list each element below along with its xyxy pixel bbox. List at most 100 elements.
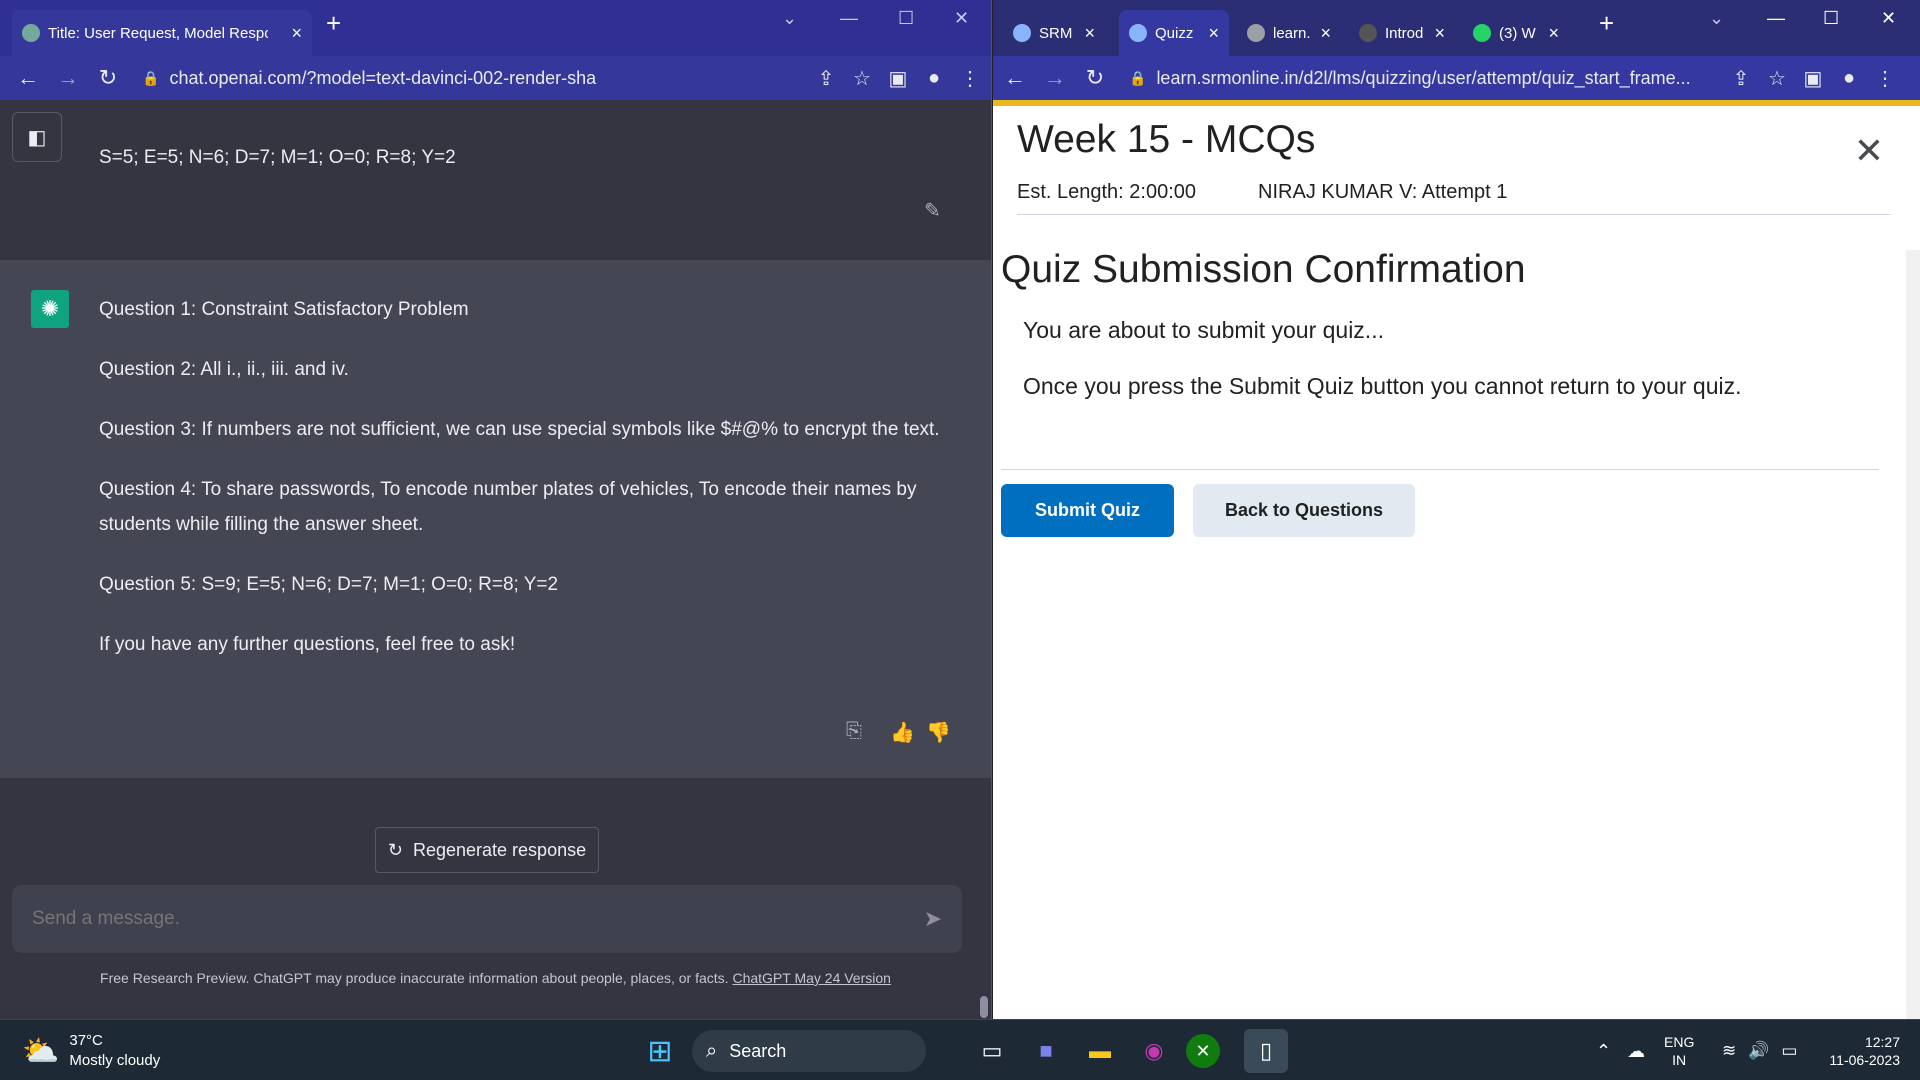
scrollbar[interactable]	[1906, 250, 1920, 1019]
clock[interactable]: 12:27 11-06-2023	[1810, 1028, 1900, 1074]
notepad-button[interactable]: ▯	[1244, 1028, 1288, 1074]
chatgpt-favicon-icon	[1359, 24, 1377, 42]
side-panel-icon[interactable]: ▣	[880, 66, 916, 91]
accent-bar	[993, 100, 1920, 106]
task-view-button[interactable]: ▭	[970, 1028, 1014, 1074]
bookmark-star-icon[interactable]: ☆	[844, 66, 880, 91]
close-tab-icon[interactable]: ×	[1208, 23, 1219, 44]
toolbar: ← → ↻ 🔒 chat.openai.com/?model=text-davi…	[0, 56, 991, 100]
share-icon[interactable]: ⇪	[1723, 66, 1759, 91]
close-tab-icon[interactable]: ×	[1548, 23, 1559, 44]
globe-icon	[1247, 24, 1265, 42]
message-box: ➤	[12, 885, 962, 953]
side-panel-icon[interactable]: ▣	[1795, 66, 1831, 91]
thumbs-down-icon[interactable]: 👎	[926, 720, 951, 745]
battery-icon: ▭	[1781, 1041, 1798, 1060]
cloud-icon: ⛅	[22, 1034, 60, 1068]
tab-strip: Title: User Request, Model Respo × + ⌄ —…	[0, 0, 991, 56]
menu-icon[interactable]: ⋮	[952, 66, 988, 91]
tab-chatgpt[interactable]: Title: User Request, Model Respo ×	[12, 10, 312, 56]
version-link[interactable]: ChatGPT May 24 Version	[732, 970, 890, 986]
xbox-button[interactable]: ✕	[1186, 1028, 1220, 1074]
teams-button[interactable]: ■	[1024, 1028, 1068, 1074]
thumbs-up-icon[interactable]: 👍	[890, 720, 915, 745]
system-tray: ⌃ ☁	[1596, 1028, 1645, 1074]
maximize-icon[interactable]: ☐	[1823, 8, 1839, 29]
message-input[interactable]	[32, 908, 924, 930]
tab-label: SRM	[1039, 24, 1073, 42]
close-tab-icon[interactable]: ×	[291, 23, 302, 44]
lang-primary: ENG	[1664, 1034, 1695, 1050]
answer-line: Question 2: All i., ii., iii. and iv.	[99, 359, 349, 380]
maximize-icon[interactable]: ☐	[898, 8, 914, 29]
quick-settings[interactable]: ≋ 🔊 ▭	[1722, 1028, 1797, 1074]
onedrive-icon[interactable]: ☁	[1627, 1041, 1645, 1062]
close-tab-icon[interactable]: ×	[1434, 23, 1445, 44]
address-bar[interactable]: 🔒 learn.srmonline.in/d2l/lms/quizzing/us…	[1115, 60, 1723, 96]
task-view-icon: ▭	[981, 1038, 1003, 1063]
tab-label: Introd	[1385, 24, 1424, 42]
forward-icon[interactable]: →	[48, 65, 88, 91]
back-icon[interactable]: ←	[8, 65, 48, 91]
search-box[interactable]: ⌕ Search	[692, 1030, 926, 1072]
windows-icon: ⊞	[647, 1034, 673, 1068]
close-tab-icon[interactable]: ×	[1320, 23, 1331, 44]
edit-icon[interactable]: ✎	[924, 198, 941, 223]
submit-quiz-button[interactable]: Submit Quiz	[1001, 484, 1174, 537]
tab-search-icon[interactable]: ⌄	[782, 8, 797, 29]
close-window-icon[interactable]: ✕	[1881, 8, 1896, 29]
copy-icon[interactable]: ⎘	[846, 720, 862, 743]
bookmark-star-icon[interactable]: ☆	[1759, 66, 1795, 91]
tab-whatsapp[interactable]: (3) W ×	[1463, 10, 1569, 56]
tab-srm[interactable]: SRM ×	[1003, 10, 1105, 56]
divider	[1001, 469, 1879, 470]
forward-icon[interactable]: →	[1035, 65, 1075, 91]
menu-icon[interactable]: ⋮	[1867, 66, 1903, 91]
tab-quizzing[interactable]: Quizz ×	[1119, 10, 1229, 56]
back-icon[interactable]: ←	[995, 65, 1035, 91]
profile-icon[interactable]: ●	[916, 67, 952, 90]
search-icon: ⌕	[706, 1039, 718, 1062]
tab-search-icon[interactable]: ⌄	[1709, 8, 1724, 29]
start-button[interactable]: ⊞	[638, 1028, 682, 1074]
close-tab-icon[interactable]: ×	[1084, 23, 1095, 44]
chatgpt-logo-icon: ✺	[31, 290, 69, 328]
address-bar[interactable]: 🔒 chat.openai.com/?model=text-davinci-00…	[128, 60, 808, 96]
close-icon[interactable]: ✕	[1854, 130, 1884, 172]
tab-learn[interactable]: learn. ×	[1237, 10, 1341, 56]
quiz-title: Week 15 - MCQs	[1017, 118, 1316, 161]
tab-label: Quizz	[1155, 24, 1194, 42]
regenerate-button[interactable]: ↻ Regenerate response	[375, 827, 599, 873]
back-to-questions-button[interactable]: Back to Questions	[1193, 484, 1415, 537]
footnote: Free Research Preview. ChatGPT may produ…	[0, 970, 991, 986]
send-icon[interactable]: ➤	[924, 906, 942, 932]
profile-icon[interactable]: ●	[1831, 67, 1867, 90]
confirmation-line: Once you press the Submit Quiz button yo…	[1023, 373, 1742, 399]
srm-favicon-icon	[1013, 24, 1031, 42]
answer-line: Question 3: If numbers are not sufficien…	[99, 419, 940, 440]
quiz-favicon-icon	[1129, 24, 1147, 42]
video-camera-icon: ■	[1039, 1038, 1053, 1063]
minimize-icon[interactable]: —	[840, 8, 858, 29]
new-tab-button[interactable]: +	[326, 8, 341, 39]
xbox-icon: ✕	[1186, 1034, 1220, 1068]
tab-intro[interactable]: Introd ×	[1349, 10, 1455, 56]
close-window-icon[interactable]: ✕	[954, 8, 969, 29]
scrollbar-thumb[interactable]	[980, 996, 988, 1018]
file-explorer-button[interactable]: ▬	[1078, 1028, 1122, 1074]
language-indicator[interactable]: ENG IN	[1664, 1028, 1694, 1074]
minimize-icon[interactable]: —	[1767, 8, 1785, 29]
confirmation-line: You are about to submit your quiz...	[1023, 317, 1384, 343]
chatgpt-favicon-icon	[22, 24, 40, 42]
share-icon[interactable]: ⇪	[808, 66, 844, 91]
weather-widget[interactable]: ⛅ 37°C Mostly cloudy	[22, 1028, 160, 1074]
reload-icon[interactable]: ↻	[1075, 65, 1115, 91]
new-tab-button[interactable]: +	[1599, 8, 1614, 39]
tab-strip: SRM × Quizz × learn. × Introd × (3) W × …	[993, 0, 1920, 56]
sidebar-toggle-icon[interactable]: ◧	[12, 112, 62, 162]
weather-text: Mostly cloudy	[69, 1052, 161, 1069]
app-button[interactable]: ◉	[1132, 1028, 1176, 1074]
chevron-up-icon[interactable]: ⌃	[1596, 1041, 1611, 1062]
confirmation-title: Quiz Submission Confirmation	[1001, 248, 1526, 291]
reload-icon[interactable]: ↻	[88, 65, 128, 91]
